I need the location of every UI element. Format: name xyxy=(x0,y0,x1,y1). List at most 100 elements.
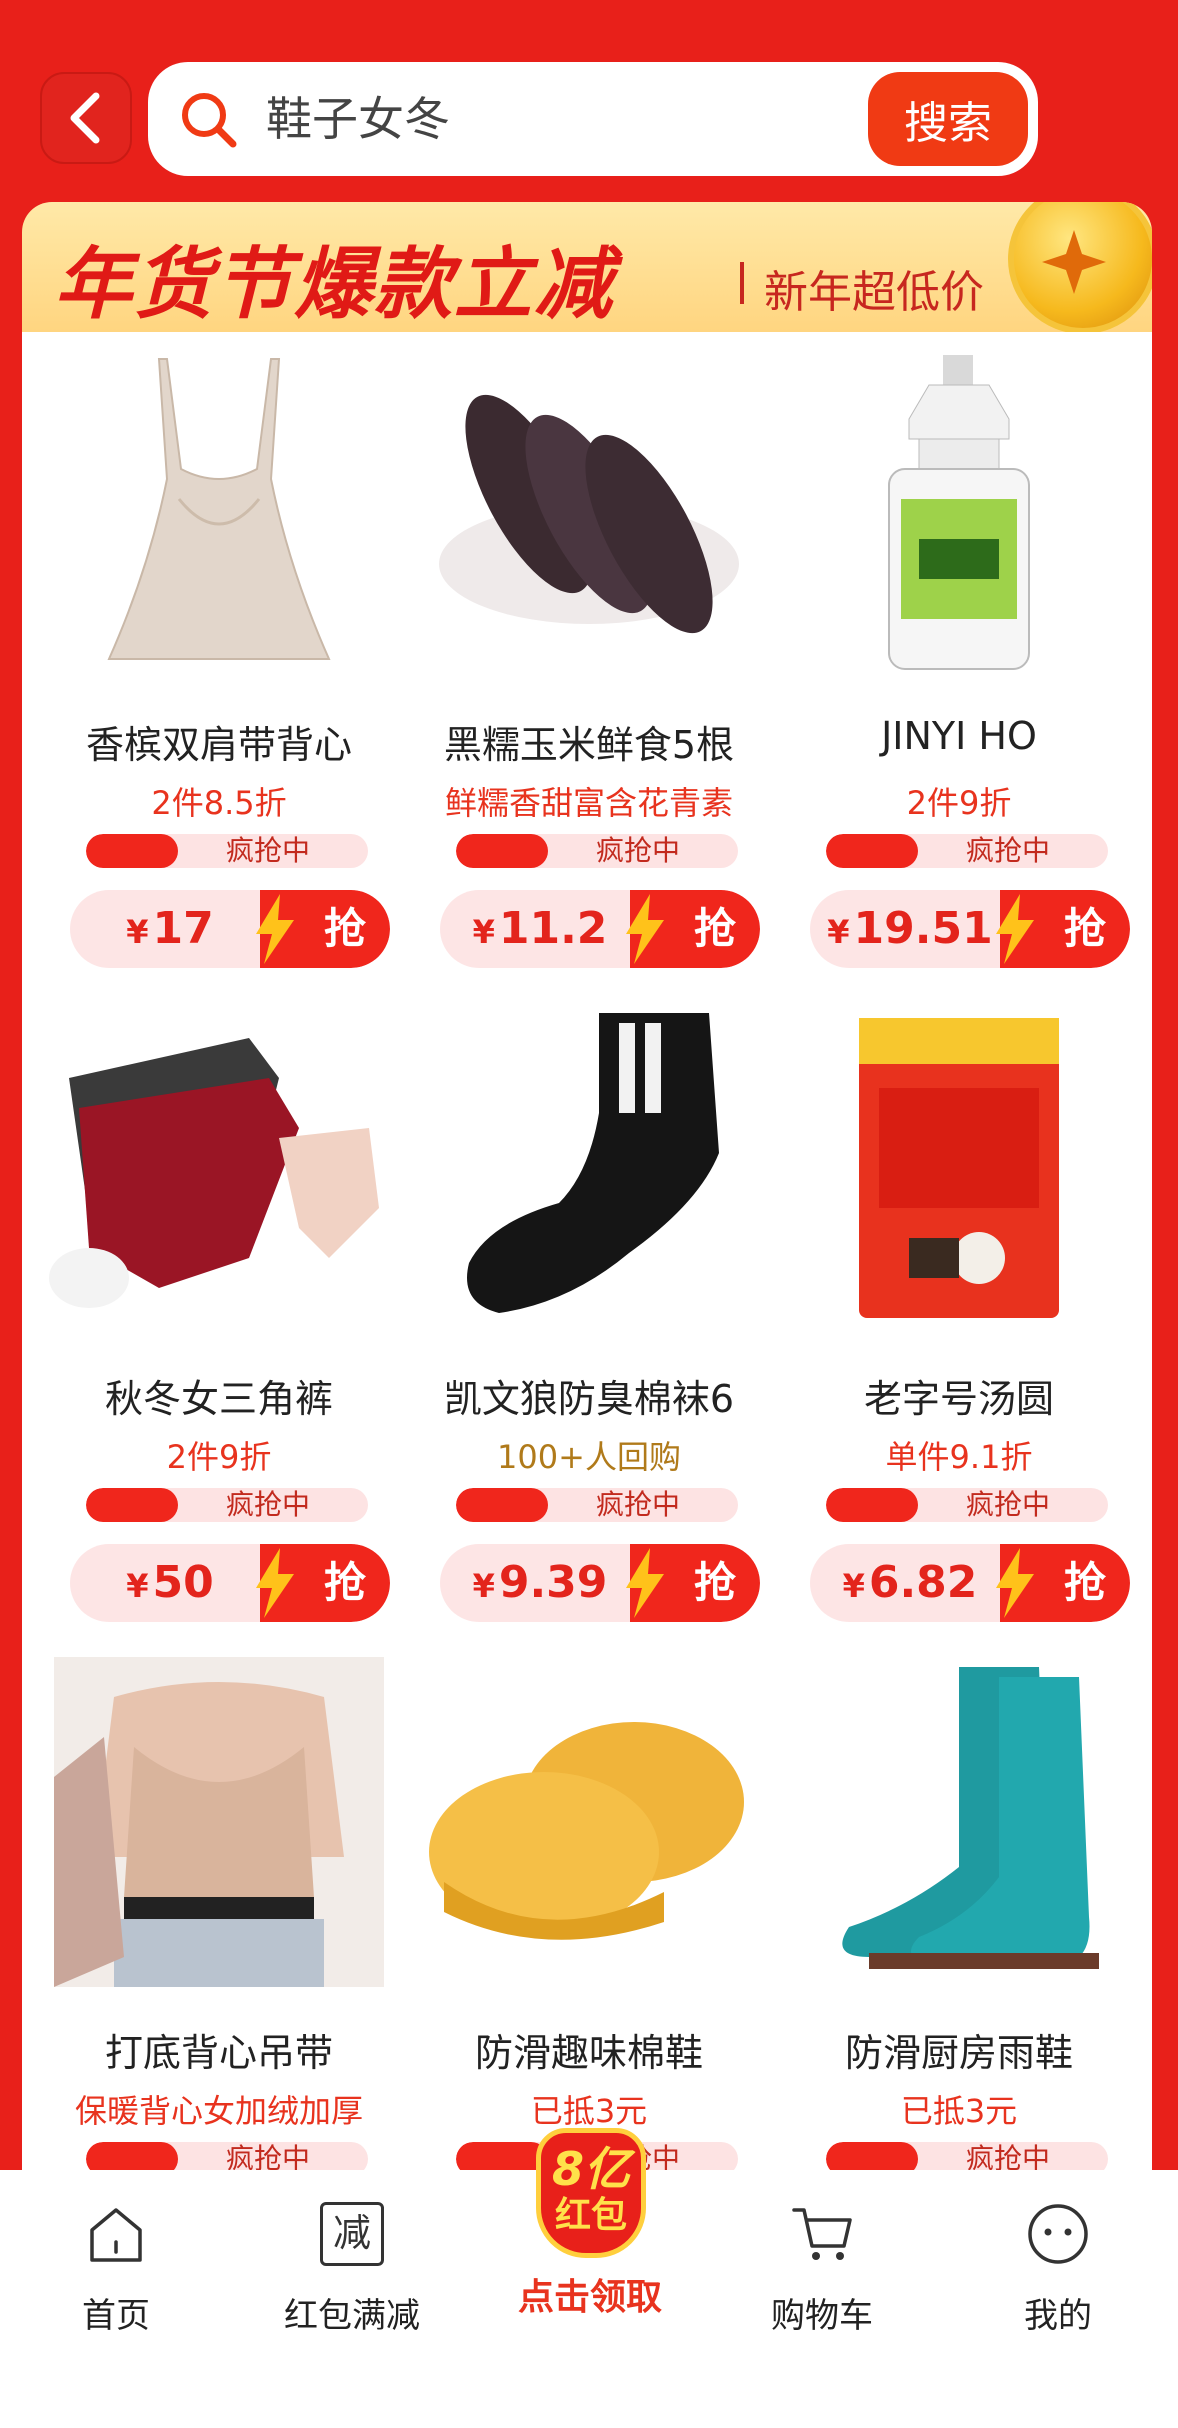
currency-symbol: ¥ xyxy=(126,1567,149,1605)
product-image-spray-bottle[interactable] xyxy=(780,346,1138,682)
progress-label: 疯抢中 xyxy=(596,834,681,867)
currency-symbol: ¥ xyxy=(827,913,850,951)
product-image-underwear[interactable] xyxy=(40,1000,398,1336)
nav-coupon-label: 红包满减 xyxy=(284,2296,420,2336)
product-card[interactable]: 黑糯玉米鲜食5根 鲜糯香甜富含花青素 疯抢中 ¥11.2 抢 xyxy=(404,332,774,982)
price-value: 11.2 xyxy=(498,903,608,954)
gold-coin-icon xyxy=(1008,202,1152,332)
product-title: 老字号汤圆 xyxy=(863,1377,1054,1421)
product-promo: 2件8.5折 xyxy=(151,784,287,822)
nav-cart-label: 购物车 xyxy=(771,2296,873,2336)
currency-symbol: ¥ xyxy=(126,913,149,951)
product-title: 秋冬女三角裤 xyxy=(104,1377,333,1421)
cart-icon xyxy=(792,2208,852,2260)
lightning-icon xyxy=(996,894,1034,964)
hongbao-amount: 8亿 xyxy=(551,2142,630,2196)
progress-label: 疯抢中 xyxy=(226,1488,311,1521)
product-image-tangyuan-pack[interactable] xyxy=(780,1000,1138,1336)
progress-fill xyxy=(456,1488,548,1522)
product-promo: 100+人回购 xyxy=(497,1438,681,1476)
sales-progress-bar: 疯抢中 xyxy=(456,1488,738,1522)
progress-label: 疯抢中 xyxy=(966,834,1051,867)
product-title: 凯文狼防臭棉袜6 xyxy=(443,1377,735,1421)
product-title: 防滑厨房雨鞋 xyxy=(844,2031,1073,2075)
nav-me-label: 我的 xyxy=(1024,2296,1092,2336)
search-button[interactable]: 搜索 xyxy=(868,72,1028,166)
product-promo: 已抵3元 xyxy=(530,2092,648,2130)
price-pill[interactable]: ¥11.2 抢 xyxy=(440,890,760,968)
product-title: 香槟双肩带背心 xyxy=(85,723,352,767)
product-promo: 2件9折 xyxy=(906,784,1012,822)
product-promo: 2件9折 xyxy=(166,1438,272,1476)
product-promo: 已抵3元 xyxy=(900,2092,1018,2130)
progress-fill xyxy=(456,834,548,868)
product-card[interactable]: 凯文狼防臭棉袜6 100+人回购 疯抢中 ¥9.39 抢 xyxy=(404,986,774,1636)
price: ¥19.51 xyxy=(810,890,1010,968)
hongbao-claim-label[interactable]: 点击领取 xyxy=(490,2268,690,2320)
banner-title: 年货节爆款立减 xyxy=(54,240,615,330)
promo-banner[interactable]: 年货节爆款立减 新年超低价 xyxy=(22,202,1152,332)
currency-symbol: ¥ xyxy=(842,1567,865,1605)
search-bar[interactable]: 鞋子女冬 搜索 xyxy=(148,62,1038,176)
search-input[interactable]: 鞋子女冬 xyxy=(266,62,450,176)
price: ¥50 xyxy=(70,1544,270,1622)
product-promo: 单件9.1折 xyxy=(885,1438,1033,1476)
product-grid: 香槟双肩带背心 2件8.5折 疯抢中 ¥17 抢 黑糯玉米鲜食5根 鲜糯香甜富含… xyxy=(22,332,1152,2176)
progress-fill xyxy=(826,834,918,868)
product-title: JINYI HO xyxy=(881,714,1037,758)
nav-coupon[interactable]: 减 红包满减 xyxy=(252,2192,452,2336)
profile-face-icon xyxy=(1028,2204,1088,2264)
product-title: 防滑趣味棉鞋 xyxy=(474,2031,703,2075)
price-value: 9.39 xyxy=(498,1557,608,1608)
product-promo: 鲜糯香甜富含花青素 xyxy=(444,784,733,822)
banner-divider xyxy=(740,262,744,304)
lightning-icon xyxy=(626,1548,664,1618)
chevron-left-icon xyxy=(70,92,100,144)
price-pill[interactable]: ¥9.39 抢 xyxy=(440,1544,760,1622)
product-card[interactable]: JINYI HO 2件9折 疯抢中 ¥19.51 抢 xyxy=(774,332,1144,982)
product-card[interactable]: 秋冬女三角裤 2件9折 疯抢中 ¥50 抢 xyxy=(34,986,404,1636)
home-icon xyxy=(90,2208,142,2262)
progress-label: 疯抢中 xyxy=(966,1488,1051,1521)
top-bar: 鞋子女冬 搜索 xyxy=(0,0,1178,200)
hongbao-badge[interactable]: 8亿 红包 xyxy=(536,2128,646,2258)
product-image-rain-boots[interactable] xyxy=(780,1654,1138,1990)
nav-cart[interactable]: 购物车 xyxy=(722,2192,922,2336)
progress-fill xyxy=(86,1488,178,1522)
product-image-black-corn[interactable] xyxy=(410,346,768,682)
currency-symbol: ¥ xyxy=(472,913,495,951)
sales-progress-bar: 疯抢中 xyxy=(826,1488,1108,1522)
product-title: 打底背心吊带 xyxy=(104,2031,333,2075)
price-pill[interactable]: ¥19.51 抢 xyxy=(810,890,1130,968)
nav-me[interactable]: 我的 xyxy=(958,2192,1158,2336)
sales-progress-bar: 疯抢中 xyxy=(86,834,368,868)
price-value: 50 xyxy=(152,1557,214,1608)
price-value: 17 xyxy=(152,903,214,954)
price-value: 6.82 xyxy=(868,1557,978,1608)
product-image-model-camisole[interactable] xyxy=(40,1654,398,1990)
progress-label: 疯抢中 xyxy=(226,834,311,867)
product-image-sock[interactable] xyxy=(410,1000,768,1336)
price-value: 19.51 xyxy=(853,903,993,954)
lightning-icon xyxy=(256,894,294,964)
product-image-plush-slippers[interactable] xyxy=(410,1654,768,1990)
product-title: 黑糯玉米鲜食5根 xyxy=(443,723,735,767)
price: ¥6.82 xyxy=(810,1544,1010,1622)
nav-home[interactable]: 首页 xyxy=(16,2192,216,2336)
product-image-camisole[interactable] xyxy=(40,346,398,682)
progress-fill xyxy=(86,834,178,868)
product-card[interactable]: 老字号汤圆 单件9.1折 疯抢中 ¥6.82 抢 xyxy=(774,986,1144,1636)
progress-fill xyxy=(826,1488,918,1522)
sales-progress-bar: 疯抢中 xyxy=(456,834,738,868)
search-icon xyxy=(182,93,237,148)
hongbao-text: 红包 xyxy=(554,2195,627,2236)
page: 鞋子女冬 搜索 年货节爆款立减 新年超低价 香槟双肩带背心 2件8.5折 疯抢中… xyxy=(0,0,1178,2428)
price-pill[interactable]: ¥6.82 抢 xyxy=(810,1544,1130,1622)
lightning-icon xyxy=(256,1548,294,1618)
lightning-icon xyxy=(626,894,664,964)
price-pill[interactable]: ¥17 抢 xyxy=(70,890,390,968)
price-pill[interactable]: ¥50 抢 xyxy=(70,1544,390,1622)
back-button[interactable] xyxy=(40,72,132,164)
lightning-icon xyxy=(996,1548,1034,1618)
product-card[interactable]: 香槟双肩带背心 2件8.5折 疯抢中 ¥17 抢 xyxy=(34,332,404,982)
